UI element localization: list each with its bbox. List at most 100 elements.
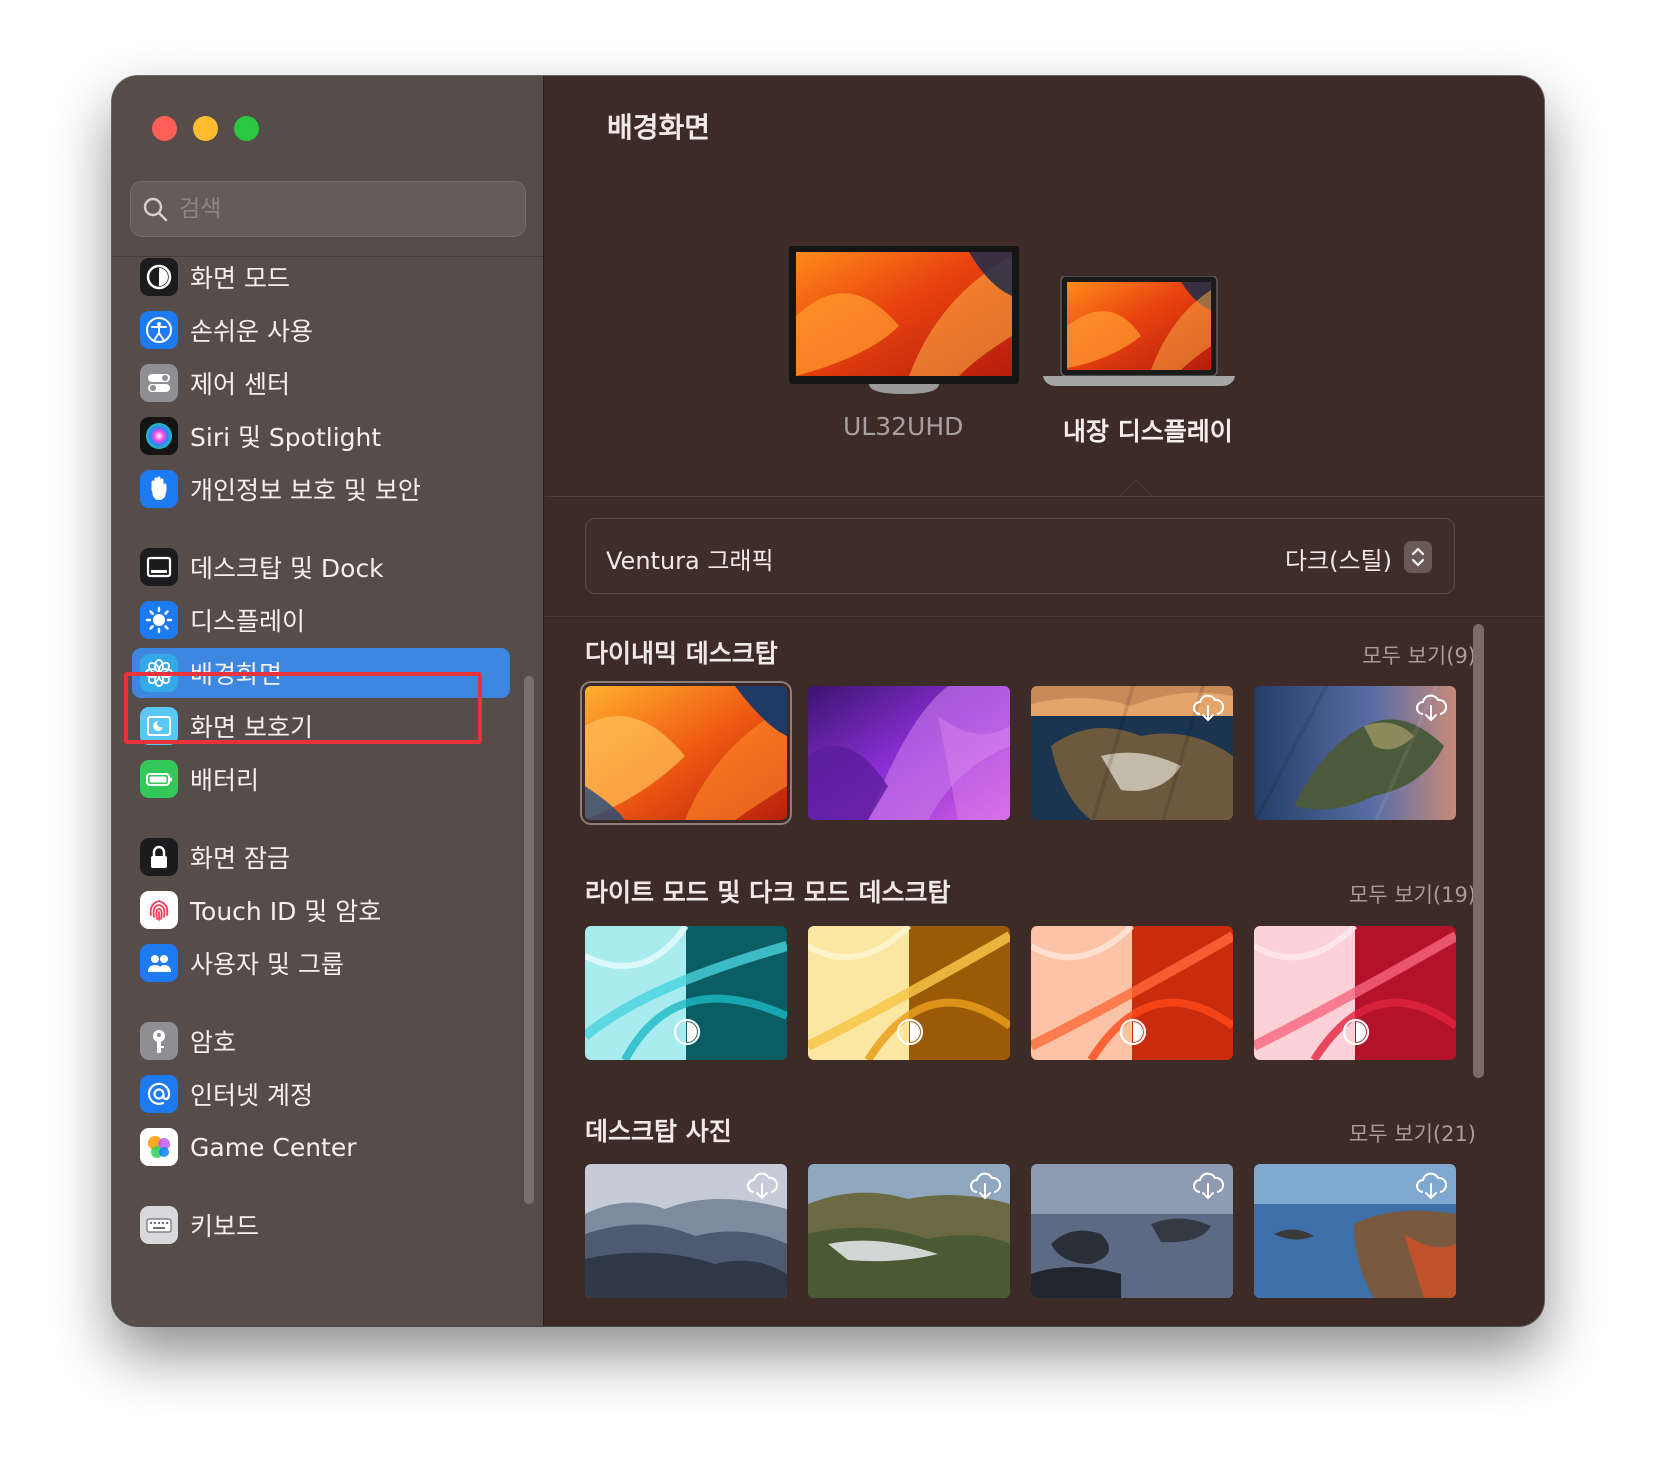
download-cloud-icon[interactable] <box>745 1172 779 1204</box>
sidebar-item-label: 디스플레이 <box>190 607 306 636</box>
close-button[interactable] <box>152 116 177 141</box>
hand-icon <box>140 470 178 508</box>
section-title-photos: 데스크탑 사진 <box>585 1117 732 1146</box>
display-builtin[interactable] <box>1041 275 1237 396</box>
sidebar-item-siri[interactable]: Siri 및 Spotlight <box>132 411 510 461</box>
sidebar-item-passwords[interactable]: 암호 <box>132 1016 510 1066</box>
sidebar-item-label: 제어 센터 <box>190 370 290 399</box>
sidebar-item-game-center[interactable]: Game Center <box>132 1122 510 1172</box>
section-title-light-dark: 라이트 모드 및 다크 모드 데스크탑 <box>585 878 951 907</box>
accessibility-icon <box>140 311 178 349</box>
display-label-ul32uhd: UL32UHD <box>843 412 964 441</box>
sun-icon <box>140 601 178 639</box>
download-cloud-icon[interactable] <box>1414 694 1448 726</box>
game-center-icon <box>140 1128 178 1166</box>
wallpaper-thumb[interactable] <box>1031 686 1233 820</box>
wallpaper-name: Ventura 그래픽 <box>606 547 774 575</box>
sidebar-item-users-groups[interactable]: 사용자 및 그룹 <box>132 938 510 988</box>
sidebar-item-desktop-dock[interactable]: 데스크탑 및 Dock <box>132 542 510 592</box>
wallpaper-style-value[interactable]: 다크(스틸) <box>1285 541 1392 576</box>
sidebar-item-keyboard[interactable]: 키보드 <box>132 1200 510 1250</box>
screensaver-icon <box>140 707 178 745</box>
display-ul32uhd[interactable] <box>789 246 1021 396</box>
monitor-icon <box>789 246 1019 394</box>
sidebar-item-label: Game Center <box>190 1132 357 1162</box>
key-icon <box>140 1022 178 1060</box>
sidebar-item-internet-accounts[interactable]: 인터넷 계정 <box>132 1069 510 1119</box>
laptop-icon <box>1043 275 1235 386</box>
at-icon <box>140 1075 178 1113</box>
sidebar-item-control-center[interactable]: 제어 센터 <box>132 358 510 408</box>
sidebar-item-lock-screen[interactable]: 화면 잠금 <box>132 832 510 882</box>
sidebar-item-appearance[interactable]: 화면 모드 <box>132 252 510 302</box>
sidebar-item-label: 사용자 및 그룹 <box>190 950 344 979</box>
main-content: 배경화면 UL32UHD 내장 디스플레이 Ventura 그래픽 다크(스틸)… <box>545 76 1544 1326</box>
sidebar-item-label: 화면 모드 <box>190 264 290 293</box>
settings-window: 화면 모드 손쉬운 사용 제어 센터 Siri 및 Spotlight <box>112 76 1544 1326</box>
wallpaper-thumb[interactable] <box>1254 926 1456 1060</box>
zoom-button[interactable] <box>234 116 259 141</box>
sidebar-item-battery[interactable]: 배터리 <box>132 754 510 804</box>
download-cloud-icon[interactable] <box>968 1172 1002 1204</box>
window-controls <box>152 116 259 141</box>
wallpaper-thumb[interactable] <box>808 926 1010 1060</box>
sidebar-item-screensaver[interactable]: 화면 보호기 <box>132 701 510 751</box>
appearance-icon <box>140 258 178 296</box>
page-title: 배경화면 <box>607 111 711 144</box>
sidebar-item-label: 손쉬운 사용 <box>190 317 313 346</box>
battery-icon <box>140 760 178 798</box>
wallpaper-thumb[interactable] <box>1254 686 1456 820</box>
sidebar-item-label: 데스크탑 및 Dock <box>190 554 384 583</box>
see-all-light-dark[interactable]: 모두 보기(19) <box>1349 879 1476 909</box>
search-icon <box>131 196 179 222</box>
flower-icon <box>140 654 178 692</box>
wallpaper-thumb[interactable] <box>808 1164 1010 1298</box>
wallpaper-thumb[interactable] <box>1031 1164 1233 1298</box>
wallpaper-thumb[interactable] <box>585 686 787 820</box>
sidebar: 화면 모드 손쉬운 사용 제어 센터 Siri 및 Spotlight <box>112 76 544 1326</box>
sidebar-item-wallpaper[interactable]: 배경화면 <box>132 648 510 698</box>
wallpaper-style-row: Ventura 그래픽 다크(스틸) <box>585 518 1455 594</box>
sidebar-item-label: 배경화면 <box>190 660 283 689</box>
fingerprint-icon <box>140 891 178 929</box>
content-scrollbar[interactable] <box>1473 624 1484 1078</box>
sidebar-item-accessibility[interactable]: 손쉬운 사용 <box>132 305 510 355</box>
sidebar-scrollbar[interactable] <box>524 676 534 1204</box>
wallpaper-thumb[interactable] <box>808 686 1010 820</box>
keyboard-icon <box>140 1206 178 1244</box>
users-icon <box>140 944 178 982</box>
wallpaper-thumb[interactable] <box>585 1164 787 1298</box>
section-title-dynamic: 다이내믹 데스크탑 <box>585 639 778 668</box>
display-label-builtin: 내장 디스플레이 <box>1063 417 1233 446</box>
sidebar-item-label: 키보드 <box>190 1212 260 1241</box>
selected-display-pointer <box>1120 480 1152 496</box>
download-cloud-icon[interactable] <box>1191 1172 1225 1204</box>
download-cloud-icon[interactable] <box>1414 1172 1448 1204</box>
updown-chevron-icon[interactable] <box>1404 541 1432 573</box>
dock-icon <box>140 548 178 586</box>
sidebar-item-label: 인터넷 계정 <box>190 1081 313 1110</box>
sidebar-item-label: 암호 <box>190 1028 237 1057</box>
wallpaper-thumb[interactable] <box>585 926 787 1060</box>
sidebar-item-displays[interactable]: 디스플레이 <box>132 595 510 645</box>
see-all-photos[interactable]: 모두 보기(21) <box>1349 1118 1476 1148</box>
sidebar-item-label: 화면 잠금 <box>190 844 290 873</box>
wallpaper-thumb[interactable] <box>1031 926 1233 1060</box>
lock-icon <box>140 838 178 876</box>
light-dark-dial-icon <box>896 1018 924 1050</box>
search-field[interactable] <box>130 181 526 237</box>
wallpaper-thumb[interactable] <box>1254 1164 1456 1298</box>
scroll-area-separator <box>545 616 1544 617</box>
minimize-button[interactable] <box>193 116 218 141</box>
search-input[interactable] <box>179 196 499 222</box>
light-dark-dial-icon <box>673 1018 701 1050</box>
sidebar-item-label: Siri 및 Spotlight <box>190 423 382 452</box>
see-all-dynamic[interactable]: 모두 보기(9) <box>1362 640 1476 670</box>
sidebar-item-label: 개인정보 보호 및 보안 <box>190 476 421 505</box>
light-dark-dial-icon <box>1119 1018 1147 1050</box>
sidebar-item-label: 화면 보호기 <box>190 713 313 742</box>
sidebar-item-touch-id[interactable]: Touch ID 및 암호 <box>132 885 510 935</box>
download-cloud-icon[interactable] <box>1191 694 1225 726</box>
siri-icon <box>140 417 178 455</box>
sidebar-item-privacy[interactable]: 개인정보 보호 및 보안 <box>132 464 510 514</box>
